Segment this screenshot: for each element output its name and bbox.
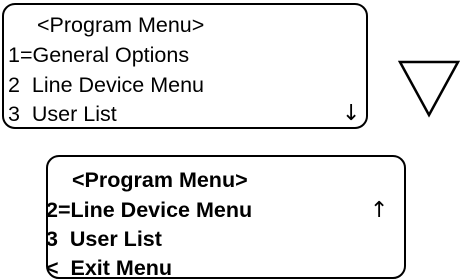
menu-item-exit-menu: < Exit Menu (46, 256, 173, 280)
lcd-screen-before: <Program Menu> 1=General Options 2 Line … (2, 3, 368, 129)
menu-item-line-device-menu: 2 Line Device Menu (8, 73, 204, 97)
menu-title: <Program Menu> (72, 168, 248, 192)
menu-title: <Program Menu> (37, 13, 205, 37)
scroll-up-indicator-icon: ↑ (370, 198, 389, 223)
down-triangle-shape (398, 60, 460, 118)
menu-item-general-options: 1=General Options (8, 43, 190, 67)
menu-item-user-list: 3 User List (46, 227, 162, 251)
menu-item-line-device-menu: 2=Line Device Menu (46, 198, 253, 222)
menu-item-user-list: 3 User List (8, 102, 117, 126)
down-triangle-icon[interactable] (398, 57, 460, 119)
lcd-screen-after: <Program Menu> 2=Line Device Menu 3 User… (46, 155, 406, 279)
scroll-down-indicator-icon: ↓ (342, 101, 361, 126)
